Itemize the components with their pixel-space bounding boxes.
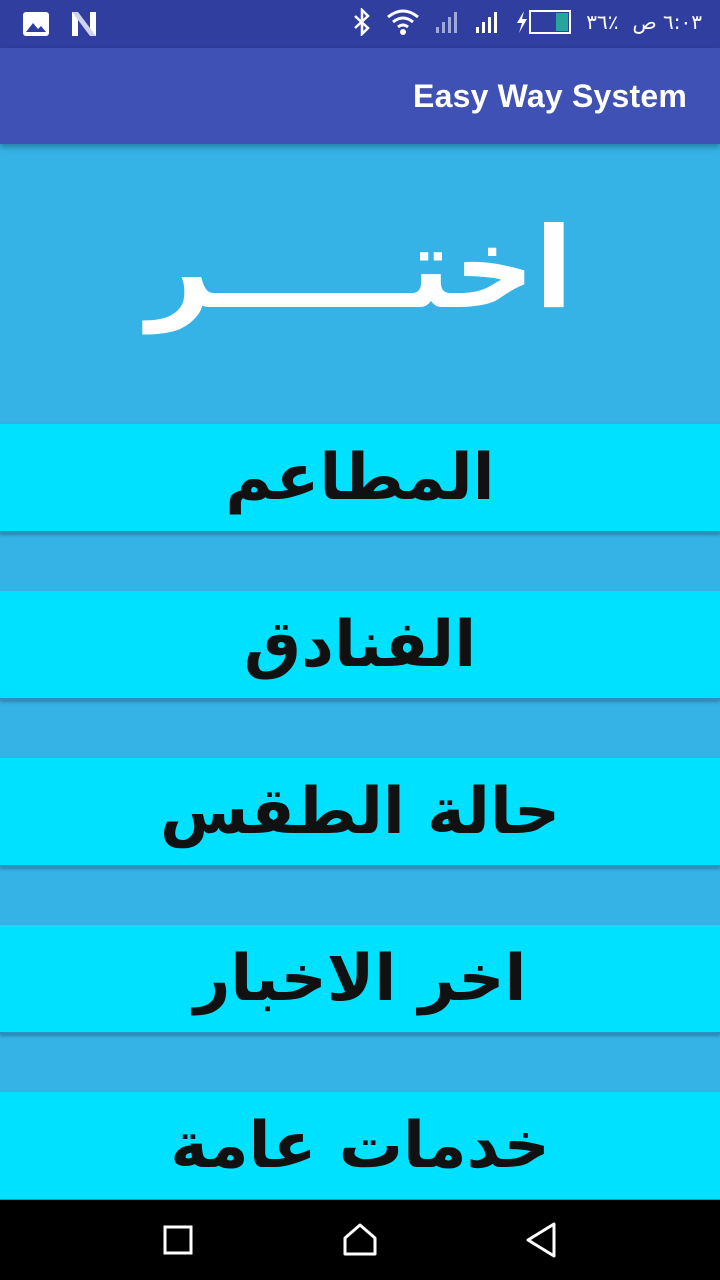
menu-item-services[interactable]: خدمات عامة <box>0 1092 720 1201</box>
recents-button[interactable] <box>158 1220 198 1260</box>
back-button[interactable] <box>522 1220 562 1260</box>
menu-item-restaurants[interactable]: المطاعم <box>0 424 720 533</box>
bluetooth-icon <box>354 8 371 36</box>
home-button[interactable] <box>340 1220 380 1260</box>
menu-item-label: اخر الاخبار <box>193 941 527 1016</box>
menu-item-hotels[interactable]: الفنادق <box>0 591 720 700</box>
n-logo-icon <box>72 12 96 36</box>
choose-header: اختـــــر <box>0 144 720 424</box>
app-bar: Easy Way System <box>0 48 720 144</box>
status-bar: ٣٦٪ ٦:٠٣ ص <box>0 0 720 48</box>
menu-item-label: خدمات عامة <box>170 1108 550 1183</box>
menu-item-label: المطاعم <box>225 440 495 515</box>
battery-charging-icon <box>517 10 572 34</box>
app-title: Easy Way System <box>413 78 687 114</box>
battery-percent: ٣٦٪ <box>586 10 619 34</box>
menu-item-label: حالة الطقس <box>159 774 561 849</box>
signal-icon <box>476 12 498 33</box>
image-icon <box>23 12 49 36</box>
menu-item-label: الفنادق <box>243 607 477 682</box>
choose-text: اختـــــر <box>147 204 573 334</box>
wifi-icon <box>387 9 420 35</box>
menu-item-news[interactable]: اخر الاخبار <box>0 925 720 1034</box>
signal-weak-icon <box>436 12 458 33</box>
clock: ٦:٠٣ ص <box>632 10 702 34</box>
menu-item-weather[interactable]: حالة الطقس <box>0 758 720 867</box>
navigation-bar <box>0 1200 720 1280</box>
